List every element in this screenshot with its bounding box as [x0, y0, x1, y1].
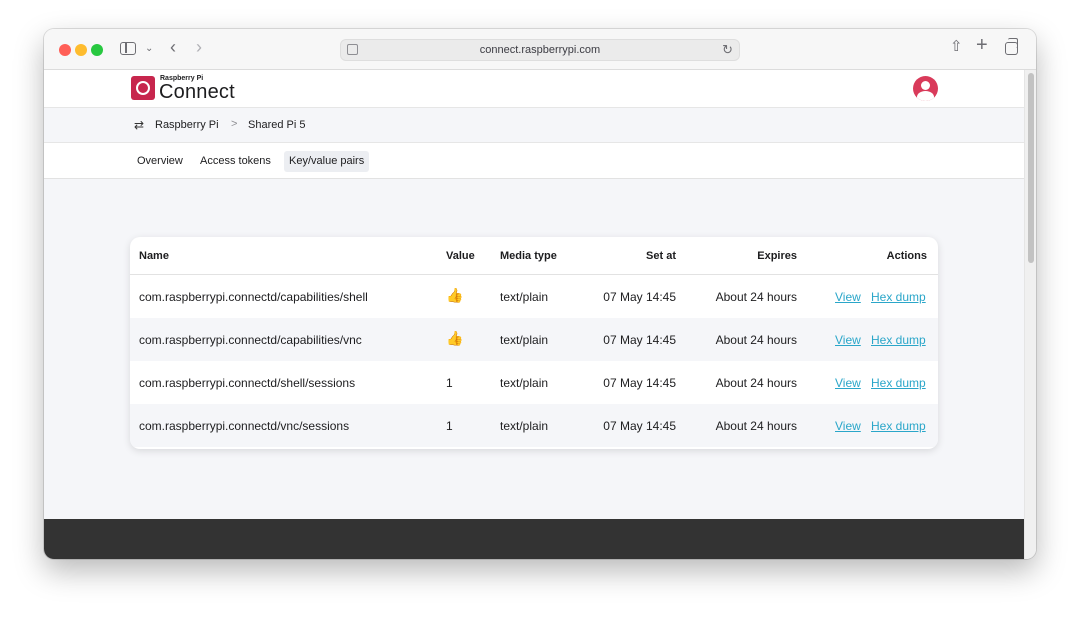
back-arrow-icon[interactable]: ‹ — [170, 38, 176, 56]
table-row: com.raspberrypi.connectd/vnc/sessions 1 … — [130, 404, 938, 447]
new-tab-icon[interactable]: + — [976, 35, 988, 55]
scrollbar-thumb[interactable] — [1028, 73, 1034, 263]
sidebar-toggle-icon[interactable] — [120, 42, 136, 55]
page-footer — [44, 519, 1024, 559]
page-scrollbar[interactable] — [1024, 70, 1036, 559]
table-row: com.raspberrypi.connectd/capabilities/sh… — [130, 275, 938, 318]
view-link[interactable]: View — [835, 376, 861, 390]
row-media-type: text/plain — [500, 333, 549, 347]
switch-device-icon[interactable]: ⇄ — [134, 118, 144, 132]
row-media-type: text/plain — [500, 419, 549, 433]
user-avatar-icon[interactable] — [913, 76, 938, 101]
row-media-type: text/plain — [500, 376, 549, 390]
thumbs-up-icon: 👍 — [446, 330, 464, 346]
hex-dump-link[interactable]: Hex dump — [871, 376, 926, 390]
app-header: Raspberry Pi Connect — [44, 70, 1024, 108]
tab-access-tokens[interactable]: Access tokens — [195, 151, 276, 172]
row-set-at: 07 May 14:45 — [603, 333, 676, 347]
column-header-actions: Actions — [886, 250, 927, 262]
row-name: com.raspberrypi.connectd/capabilities/vn… — [139, 333, 362, 347]
row-name: com.raspberrypi.connectd/shell/sessions — [139, 376, 356, 390]
browser-window: ⌄ ‹ › connect.raspberrypi.com ↻ ⇧ + Rasp… — [44, 29, 1036, 559]
row-value: 1 — [446, 376, 453, 390]
reload-icon[interactable]: ↻ — [722, 42, 733, 58]
row-expires: About 24 hours — [715, 419, 797, 433]
row-set-at: 07 May 14:45 — [603, 419, 676, 433]
page-content: Raspberry Pi Connect ⇄ Raspberry Pi > Sh… — [44, 70, 1024, 559]
view-link[interactable]: View — [835, 333, 861, 347]
table-row: com.raspberrypi.connectd/shell/sessions … — [130, 361, 938, 404]
row-set-at: 07 May 14:45 — [603, 290, 676, 304]
view-link[interactable]: View — [835, 290, 861, 304]
row-set-at: 07 May 14:45 — [603, 376, 676, 390]
column-header-expires: Expires — [757, 250, 797, 262]
row-media-type: text/plain — [500, 290, 549, 304]
forward-arrow-icon[interactable]: › — [196, 38, 202, 56]
hex-dump-link[interactable]: Hex dump — [871, 333, 926, 347]
tab-overview-icon[interactable] — [1005, 38, 1018, 55]
address-bar[interactable]: connect.raspberrypi.com ↻ — [340, 39, 740, 61]
raspberry-pi-connect-logo[interactable] — [131, 76, 155, 100]
hex-dump-link[interactable]: Hex dump — [871, 290, 926, 304]
breadcrumb-separator: > — [231, 118, 238, 130]
column-header-value: Value — [446, 250, 475, 262]
address-bar-url[interactable]: connect.raspberrypi.com — [341, 44, 739, 56]
view-link[interactable]: View — [835, 419, 861, 433]
table-header: Name Value Media type Set at Expires Act… — [130, 237, 938, 275]
avatar-head — [921, 81, 930, 90]
minimize-window-button[interactable] — [75, 44, 87, 56]
breadcrumb: ⇄ Raspberry Pi > Shared Pi 5 — [44, 108, 1024, 143]
chevron-down-icon[interactable]: ⌄ — [145, 41, 153, 57]
row-expires: About 24 hours — [715, 333, 797, 347]
breadcrumb-item-raspberry-pi[interactable]: Raspberry Pi — [155, 119, 219, 131]
row-name: com.raspberrypi.connectd/capabilities/sh… — [139, 290, 368, 304]
brand-title[interactable]: Connect — [159, 81, 235, 104]
row-value: 1 — [446, 419, 453, 433]
close-window-button[interactable] — [59, 44, 71, 56]
row-name: com.raspberrypi.connectd/vnc/sessions — [139, 419, 350, 433]
browser-toolbar: ⌄ ‹ › connect.raspberrypi.com ↻ ⇧ + — [44, 29, 1036, 70]
column-header-media-type: Media type — [500, 250, 557, 262]
tab-overview[interactable]: Overview — [132, 151, 188, 172]
tab-key-value-pairs[interactable]: Key/value pairs — [284, 151, 370, 172]
breadcrumb-item-device[interactable]: Shared Pi 5 — [248, 119, 305, 131]
key-value-table: Name Value Media type Set at Expires Act… — [130, 237, 938, 449]
avatar-body — [917, 91, 934, 101]
share-icon[interactable]: ⇧ — [950, 39, 963, 55]
table-row: com.raspberrypi.connectd/capabilities/vn… — [130, 318, 938, 361]
column-header-name: Name — [139, 250, 169, 262]
thumbs-up-icon: 👍 — [446, 287, 464, 303]
zoom-window-button[interactable] — [91, 44, 103, 56]
hex-dump-link[interactable]: Hex dump — [871, 419, 926, 433]
row-expires: About 24 hours — [715, 290, 797, 304]
row-expires: About 24 hours — [715, 376, 797, 390]
column-header-set-at: Set at — [646, 250, 676, 262]
device-tabs: Overview Access tokens Key/value pairs — [44, 143, 1024, 179]
